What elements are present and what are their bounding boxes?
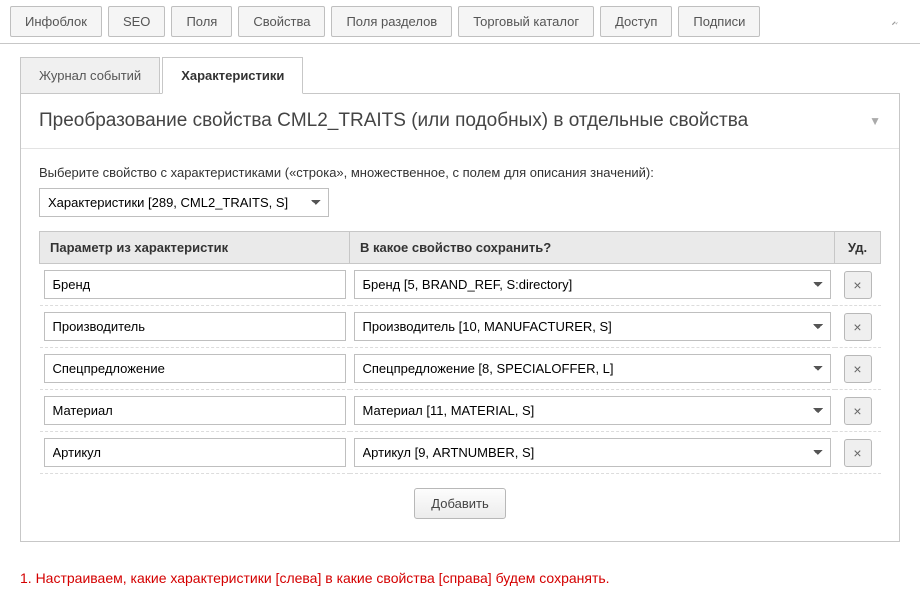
delete-row-button[interactable]: × <box>844 271 872 299</box>
trait-property-select[interactable]: Характеристики [289, CML2_TRAITS, S] <box>39 188 329 217</box>
target-property-select[interactable]: Материал [11, MATERIAL, S] <box>354 396 831 425</box>
param-input[interactable] <box>44 312 346 341</box>
table-row: Спецпредложение [8, SPECIALOFFER, L] × <box>40 348 881 390</box>
tab-infoblock[interactable]: Инфоблок <box>10 6 102 37</box>
top-tab-bar: Инфоблок SEO Поля Свойства Поля разделов… <box>0 0 920 44</box>
th-delete: Уд. <box>835 232 881 264</box>
tab-fields[interactable]: Поля <box>171 6 232 37</box>
subtab-characteristics[interactable]: Характеристики <box>162 57 303 94</box>
footnote-text: 1. Настраиваем, какие характеристики [сл… <box>0 562 920 606</box>
tab-properties[interactable]: Свойства <box>238 6 325 37</box>
panel-title: Преобразование свойства CML2_TRAITS (или… <box>39 110 748 132</box>
target-property-select[interactable]: Бренд [5, BRAND_REF, S:directory] <box>354 270 831 299</box>
th-param: Параметр из характеристик <box>40 232 350 264</box>
param-input[interactable] <box>44 354 346 383</box>
subtab-event-log[interactable]: Журнал событий <box>20 57 160 94</box>
table-row: Артикул [9, ARTNUMBER, S] × <box>40 432 881 474</box>
table-row: Бренд [5, BRAND_REF, S:directory] × <box>40 264 881 306</box>
table-row: Производитель [10, MANUFACTURER, S] × <box>40 306 881 348</box>
tab-catalog[interactable]: Торговый каталог <box>458 6 594 37</box>
target-property-select[interactable]: Спецпредложение [8, SPECIALOFFER, L] <box>354 354 831 383</box>
collapse-icon[interactable]: ▼ <box>869 114 881 128</box>
param-input[interactable] <box>44 438 346 467</box>
table-row: Материал [11, MATERIAL, S] × <box>40 390 881 432</box>
add-row-button[interactable]: Добавить <box>414 488 505 519</box>
param-input[interactable] <box>44 396 346 425</box>
panel-body: Выберите свойство с характеристиками («с… <box>21 149 899 541</box>
delete-row-button[interactable]: × <box>844 397 872 425</box>
mapping-table: Параметр из характеристик В какое свойст… <box>39 231 881 474</box>
delete-row-button[interactable]: × <box>844 439 872 467</box>
delete-row-button[interactable]: × <box>844 355 872 383</box>
main-panel: Преобразование свойства CML2_TRAITS (или… <box>20 93 900 542</box>
tab-signatures[interactable]: Подписи <box>678 6 760 37</box>
target-property-select[interactable]: Артикул [9, ARTNUMBER, S] <box>354 438 831 467</box>
tab-access[interactable]: Доступ <box>600 6 672 37</box>
delete-row-button[interactable]: × <box>844 313 872 341</box>
th-target: В какое свойство сохранить? <box>350 232 835 264</box>
tab-seo[interactable]: SEO <box>108 6 165 37</box>
select-hint: Выберите свойство с характеристиками («с… <box>39 165 881 180</box>
add-row-container: Добавить <box>39 474 881 525</box>
tab-section-fields[interactable]: Поля разделов <box>331 6 452 37</box>
pin-icon[interactable] <box>890 13 910 31</box>
panel-title-row: Преобразование свойства CML2_TRAITS (или… <box>21 94 899 149</box>
sub-tab-bar: Журнал событий Характеристики <box>0 44 920 93</box>
param-input[interactable] <box>44 270 346 299</box>
target-property-select[interactable]: Производитель [10, MANUFACTURER, S] <box>354 312 831 341</box>
